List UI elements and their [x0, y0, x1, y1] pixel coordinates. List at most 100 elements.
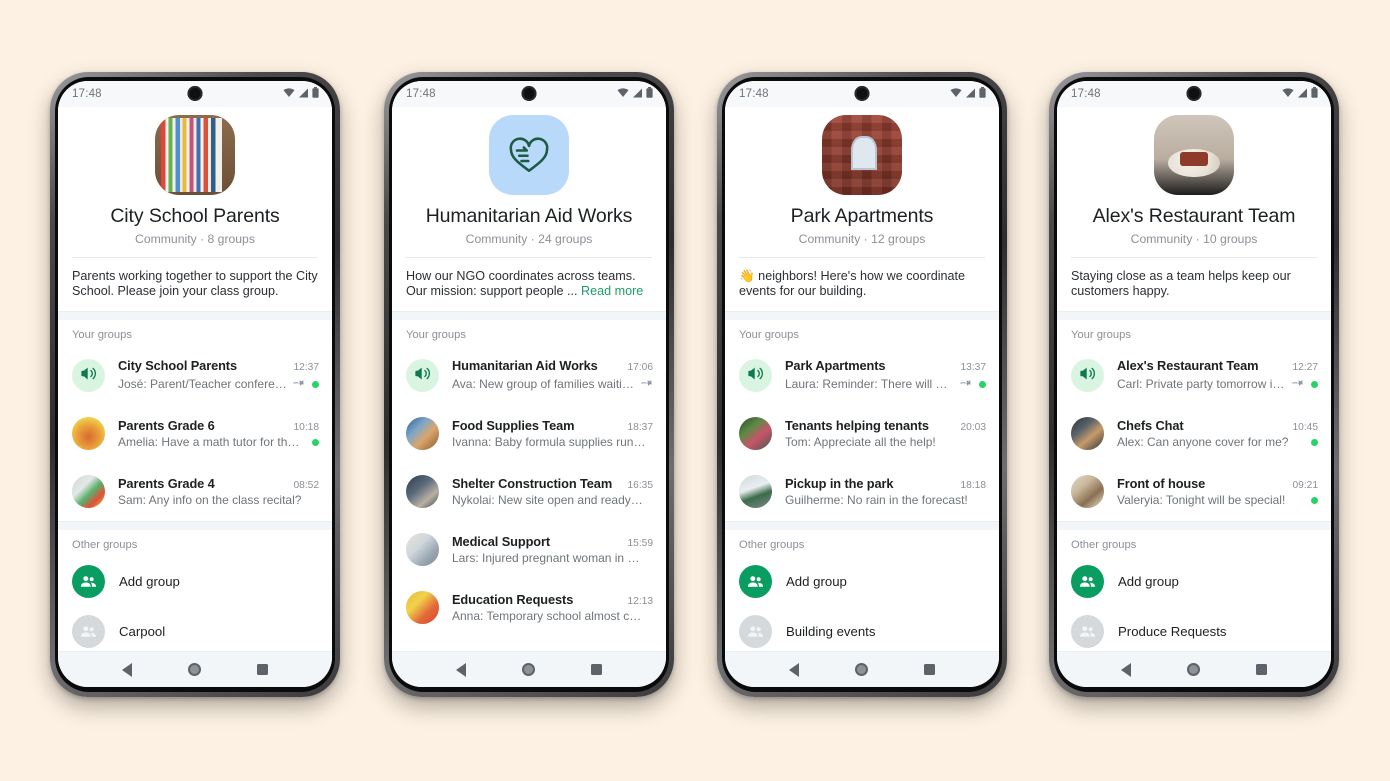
community-avatar[interactable]	[489, 115, 569, 195]
group-avatar-image	[739, 417, 772, 451]
nav-home-icon[interactable]	[1187, 663, 1200, 676]
phone-screen: 17:48 Park Apartments Community · 12 group…	[725, 81, 999, 687]
phone-bezel: 17:48 City School Parents Community · 8 gr…	[55, 77, 335, 692]
group-row[interactable]: Shelter Construction Team 16:35 Nykolai: N…	[392, 463, 666, 521]
your-groups-label: Your groups	[72, 328, 132, 341]
group-avatar-image	[406, 533, 439, 567]
group-row-bottom: Carl: Private party tomorrow in…	[1117, 375, 1318, 393]
group-avatar	[406, 533, 439, 567]
group-row-top: Humanitarian Aid Works 17:06	[452, 358, 653, 373]
group-row[interactable]: Humanitarian Aid Works 17:06 Ava: New grou…	[392, 347, 666, 405]
nav-home-icon[interactable]	[522, 663, 535, 676]
phone-screen: 17:48 Humanitarian Aid Works Community · 2…	[392, 81, 666, 687]
group-avatar	[1071, 475, 1104, 509]
nav-back-icon[interactable]	[789, 662, 799, 677]
add-group-row[interactable]: Add group	[725, 557, 999, 607]
nav-recents-icon[interactable]	[924, 664, 935, 675]
community-description-text: neighbors! Here's how we coordinate even…	[739, 269, 966, 298]
community-description: Staying close as a team helps keep our c…	[1071, 258, 1317, 311]
group-avatar-image	[406, 417, 439, 451]
add-group-row[interactable]: Add group	[1057, 557, 1331, 607]
community-avatar-image	[1154, 115, 1234, 195]
heart-hands-icon	[489, 115, 569, 195]
cellular-signal-icon	[298, 85, 309, 103]
battery-icon	[979, 85, 986, 103]
community-avatar[interactable]	[822, 115, 902, 195]
section-divider-strip	[58, 310, 332, 320]
community-subtitle: Community · 24 groups	[465, 232, 593, 246]
add-group-icon	[1071, 565, 1104, 599]
nav-home-icon[interactable]	[188, 663, 201, 676]
group-row[interactable]: Front of house 09:21 Valeryia: Tonight wil…	[1057, 463, 1331, 521]
group-row[interactable]: Pickup in the park 18:18 Guilherme: No rai…	[725, 463, 999, 521]
other-group-row[interactable]: Carpool	[58, 607, 332, 651]
megaphone-icon	[79, 364, 98, 388]
read-more-link[interactable]: Read more	[581, 284, 643, 298]
status-icons	[1282, 85, 1318, 103]
camera-punch-hole	[854, 86, 870, 101]
phone-screen: 17:48 City School Parents Community · 8 gr…	[58, 81, 332, 687]
nav-home-icon[interactable]	[855, 663, 868, 676]
group-row-top: Alex's Restaurant Team 12:27	[1117, 358, 1318, 373]
nav-back-icon[interactable]	[456, 662, 466, 677]
group-row[interactable]: Medical Support 15:59 Lars: Injured pregna…	[392, 521, 666, 579]
group-row-bottom: Valeryia: Tonight will be special!	[1117, 493, 1318, 507]
community-description-text: Parents working together to support the …	[72, 269, 318, 298]
nav-back-icon[interactable]	[122, 662, 132, 677]
group-row-bottom: Tom: Appreciate all the help!	[785, 435, 986, 449]
community-avatar[interactable]	[155, 115, 235, 195]
status-icons	[283, 85, 319, 103]
community-avatar[interactable]	[1154, 115, 1234, 195]
group-timestamp: 12:37	[293, 362, 320, 374]
group-row[interactable]: Tenants helping tenants 20:03 Tom: Appreci…	[725, 405, 999, 463]
group-name: Food Supplies Team	[452, 418, 575, 434]
other-group-row[interactable]: Produce Requests	[1057, 607, 1331, 651]
battery-icon	[646, 85, 653, 103]
group-row[interactable]: Park Apartments 13:37 Laura: Reminder: The…	[725, 347, 999, 405]
group-row-top: Tenants helping tenants 20:03	[785, 418, 986, 433]
group-row-markers	[1292, 375, 1318, 393]
group-name: Chefs Chat	[1117, 418, 1184, 434]
group-row[interactable]: Alex's Restaurant Team 12:27 Carl: Private…	[1057, 347, 1331, 405]
camera-punch-hole	[521, 86, 537, 101]
group-row-markers	[960, 375, 986, 393]
phone-alexs-restaurant-team: 17:48 Alex's Restaurant Team Community · 1…	[1049, 72, 1339, 697]
group-avatar	[1071, 359, 1104, 393]
phone-screen: 17:48 Alex's Restaurant Team Community · 1…	[1057, 81, 1331, 687]
phone-bezel: 17:48 Park Apartments Community · 12 group…	[722, 77, 1002, 692]
groups-list[interactable]: Your groups Park Apartments 13:37 Laura: Re…	[725, 319, 999, 651]
group-last-message: Guilherme: No rain in the forecast!	[785, 493, 968, 508]
group-row[interactable]: Education Requests 12:13 Anna: Temporary s…	[392, 579, 666, 637]
group-row[interactable]: Parents Grade 4 08:52 Sam: Any info on the…	[58, 463, 332, 521]
add-group-row[interactable]: Add group	[58, 557, 332, 607]
group-row-body: City School Parents 12:37 José: Parent/Tea…	[118, 358, 319, 393]
group-name: Medical Support	[452, 534, 551, 550]
nav-back-icon[interactable]	[1121, 662, 1131, 677]
groups-list[interactable]: Your groups City School Parents 12:37 José:…	[58, 319, 332, 651]
wifi-icon	[283, 85, 295, 103]
status-bar: 17:48	[725, 81, 999, 107]
group-last-message: Laura: Reminder: There will be…	[785, 377, 954, 392]
other-groups-label: Other groups	[72, 538, 138, 551]
group-avatar	[739, 475, 772, 509]
group-avatar-image	[72, 417, 105, 451]
group-placeholder-icon	[1071, 615, 1104, 649]
groups-list[interactable]: Your groups Alex's Restaurant Team 12:27 Ca…	[1057, 319, 1331, 651]
community-header: City School Parents Community · 8 groups P…	[58, 115, 332, 311]
group-row[interactable]: City School Parents 12:37 José: Parent/Tea…	[58, 347, 332, 405]
group-placeholder-icon	[72, 615, 105, 649]
group-row-top: Parents Grade 6 10:18	[118, 418, 319, 433]
group-row[interactable]: Chefs Chat 10:45 Alex: Can anyone cover fo…	[1057, 405, 1331, 463]
section-divider-strip	[725, 520, 999, 530]
group-row[interactable]: Parents Grade 6 10:18 Amelia: Have a math …	[58, 405, 332, 463]
other-group-row[interactable]: Building events	[725, 607, 999, 651]
group-name: Shelter Construction Team	[452, 476, 613, 492]
nav-recents-icon[interactable]	[257, 664, 268, 675]
android-nav-bar	[392, 651, 666, 687]
group-row-markers	[1311, 496, 1318, 504]
group-row[interactable]: Food Supplies Team 18:37 Ivanna: Baby form…	[392, 405, 666, 463]
nav-recents-icon[interactable]	[591, 664, 602, 675]
pin-icon	[641, 375, 653, 393]
nav-recents-icon[interactable]	[1256, 664, 1267, 675]
groups-list[interactable]: Your groups Humanitarian Aid Works 17:06 Av…	[392, 319, 666, 651]
